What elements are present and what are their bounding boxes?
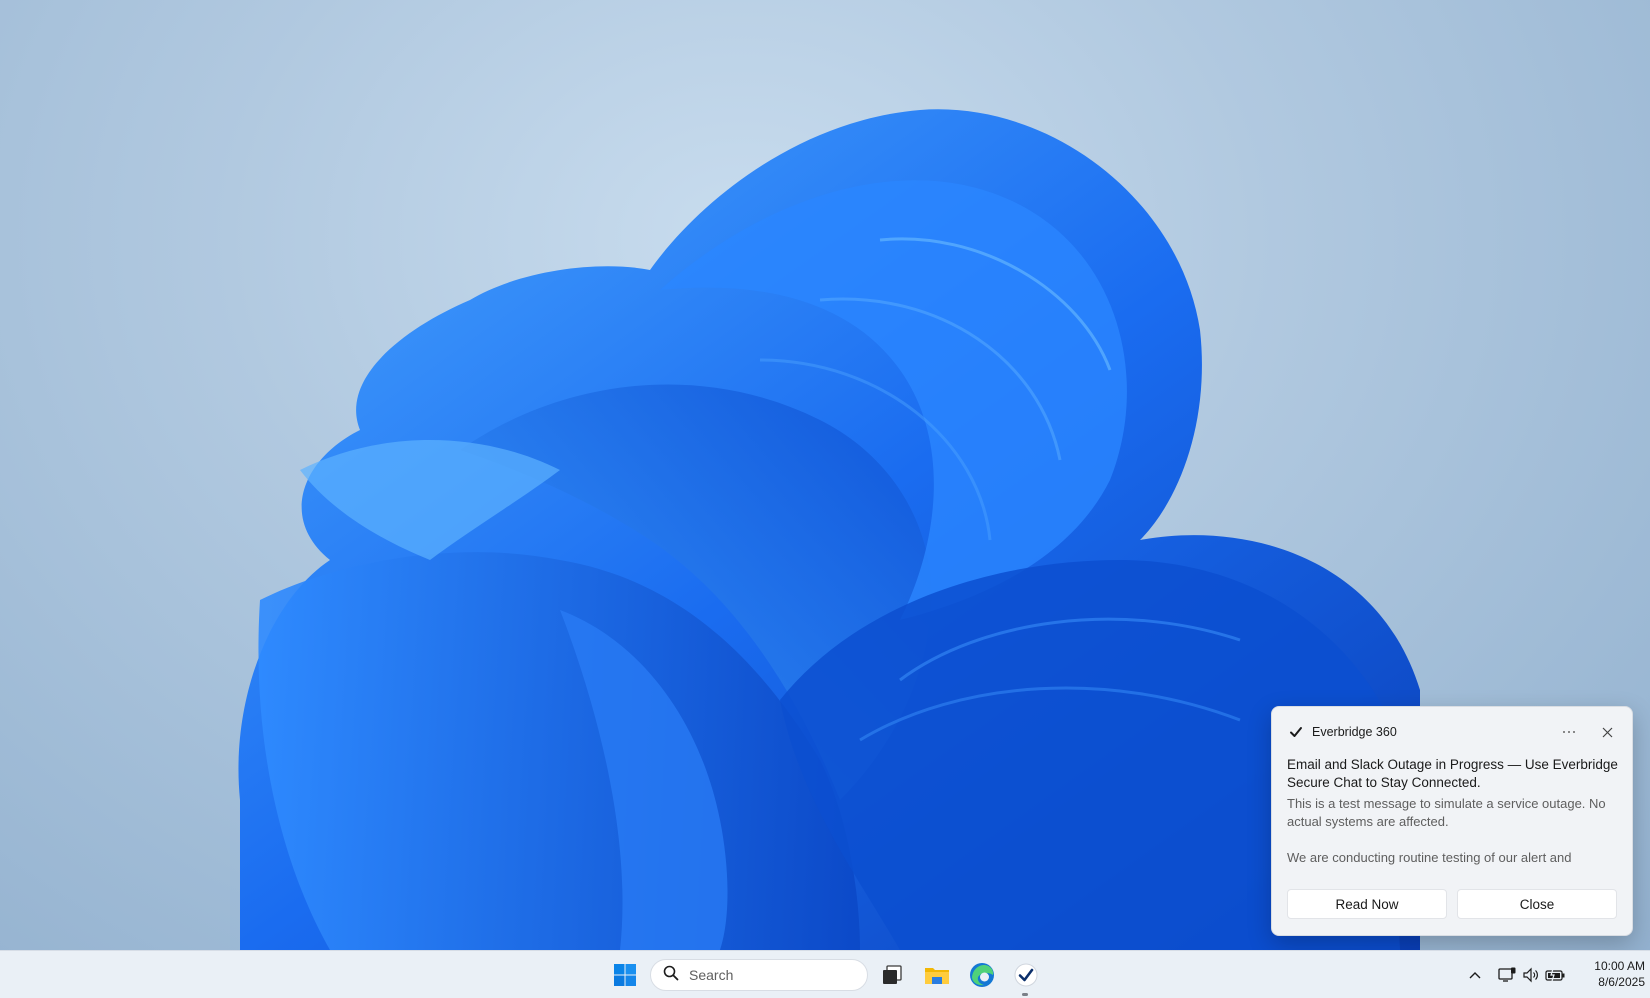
- toast-body: This is a test message to simulate a ser…: [1287, 795, 1623, 867]
- running-indicator: [1022, 993, 1028, 996]
- close-button[interactable]: Close: [1457, 889, 1617, 919]
- clock-date: 8/6/2025: [1598, 975, 1645, 989]
- taskbar: Search 10:00 AM 8/6/2025: [0, 950, 1650, 998]
- toast-title: Email and Slack Outage in Progress — Use…: [1287, 757, 1618, 790]
- file-explorer-icon[interactable]: [921, 959, 953, 991]
- task-view-icon[interactable]: [876, 959, 908, 991]
- toast-body-line: We are conducting routine testing of our…: [1287, 850, 1572, 865]
- toast-app-name: Everbridge 360: [1312, 725, 1397, 739]
- notification-toast[interactable]: Everbridge 360 Email and Slack Outage in…: [1271, 706, 1633, 936]
- read-now-button[interactable]: Read Now: [1287, 889, 1447, 919]
- search-input[interactable]: Search: [650, 959, 868, 991]
- volume-icon[interactable]: [1520, 965, 1542, 985]
- toast-body-line: This is a test message to simulate a ser…: [1287, 796, 1606, 829]
- chevron-up-icon[interactable]: [1464, 965, 1486, 985]
- everbridge-icon[interactable]: [1010, 959, 1042, 991]
- toast-header: Everbridge 360: [1288, 721, 1620, 743]
- windows-start-icon[interactable]: [609, 959, 641, 991]
- clock-time: 10:00 AM: [1594, 959, 1645, 973]
- network-icon[interactable]: [1496, 965, 1518, 985]
- system-clock[interactable]: 10:00 AM 8/6/2025: [1575, 958, 1645, 990]
- close-icon[interactable]: [1594, 721, 1620, 743]
- edge-browser-icon[interactable]: [966, 959, 998, 991]
- search-icon: [663, 965, 679, 986]
- more-options-icon[interactable]: [1556, 721, 1582, 743]
- search-placeholder: Search: [689, 967, 734, 983]
- battery-icon[interactable]: [1544, 965, 1566, 985]
- everbridge-app-icon: [1288, 724, 1304, 740]
